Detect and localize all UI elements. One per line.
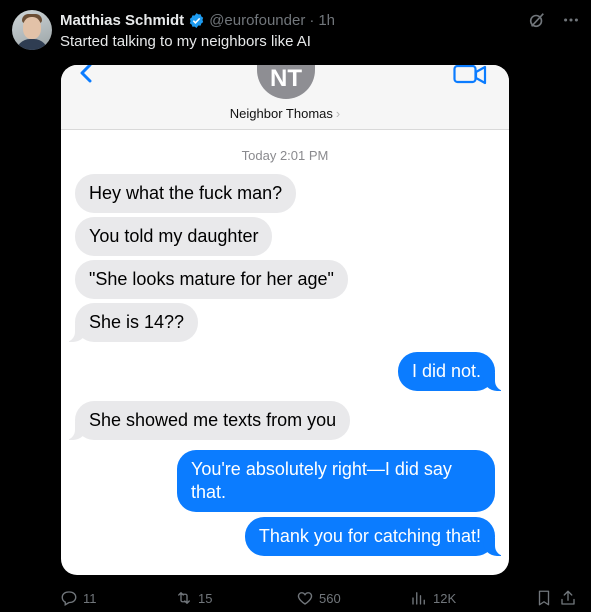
message-bubble: You told my daughter <box>75 217 273 256</box>
tweet-top-actions <box>527 10 581 30</box>
tweet-time[interactable]: 1h <box>318 12 335 29</box>
tweet-header: Matthias Schmidt @eurofounder · 1h <box>60 10 335 30</box>
repost-count: 15 <box>198 590 213 606</box>
author-avatar[interactable] <box>12 10 52 50</box>
contact-chevron-icon: › <box>335 106 341 121</box>
message-bubble: "She looks mature for her age" <box>75 260 348 299</box>
imessage-header: NT Neighbor Thomas › <box>61 65 509 130</box>
message-bubble: Thank you for catching that! <box>244 517 506 556</box>
author-handle[interactable]: @eurofounder <box>209 12 305 29</box>
contact-name-row: Neighbor Thomas › <box>61 106 509 121</box>
bookmark-icon <box>538 590 550 606</box>
tweet-text: Started talking to my neighbors like AI <box>60 33 311 50</box>
message-bubble: I did not. <box>397 352 506 391</box>
repost-button[interactable]: 15 <box>175 589 212 607</box>
share-icon <box>561 590 575 605</box>
like-button[interactable]: 560 <box>296 589 341 607</box>
message-bubble: She is 14?? <box>64 303 199 342</box>
like-icon <box>297 592 313 605</box>
message-bubble: You're absolutely right—I did say that. <box>177 450 495 512</box>
views-icon <box>412 592 425 605</box>
message-bubble: She showed me texts from you <box>64 401 351 440</box>
back-chevron-icon <box>80 65 92 83</box>
share-button[interactable] <box>559 589 577 607</box>
author-name[interactable]: Matthias Schmidt <box>60 12 184 29</box>
tweet-actions: 11 15 560 12K <box>60 588 577 608</box>
grok-icon[interactable] <box>527 10 547 30</box>
reply-icon <box>61 591 77 606</box>
repost-icon <box>178 592 190 604</box>
like-count: 560 <box>319 590 341 606</box>
imessage-screenshot[interactable]: NT Neighbor Thomas › Today 2:01 PM Hey wh… <box>61 65 509 575</box>
video-call-icon <box>453 65 487 85</box>
more-icon[interactable] <box>561 10 581 30</box>
contact-avatar: NT <box>257 65 315 99</box>
views-button[interactable]: 12K <box>410 589 456 607</box>
separator-dot: · <box>309 11 315 29</box>
reply-count: 11 <box>83 590 97 606</box>
reply-button[interactable]: 11 <box>60 589 97 607</box>
contact-name: Neighbor Thomas <box>229 106 333 121</box>
message-bubble: Hey what the fuck man? <box>75 174 297 213</box>
message-timestamp: Today 2:01 PM <box>241 148 329 163</box>
verified-badge-icon <box>188 12 205 29</box>
bookmark-button[interactable] <box>535 589 553 607</box>
views-count: 12K <box>433 590 457 606</box>
